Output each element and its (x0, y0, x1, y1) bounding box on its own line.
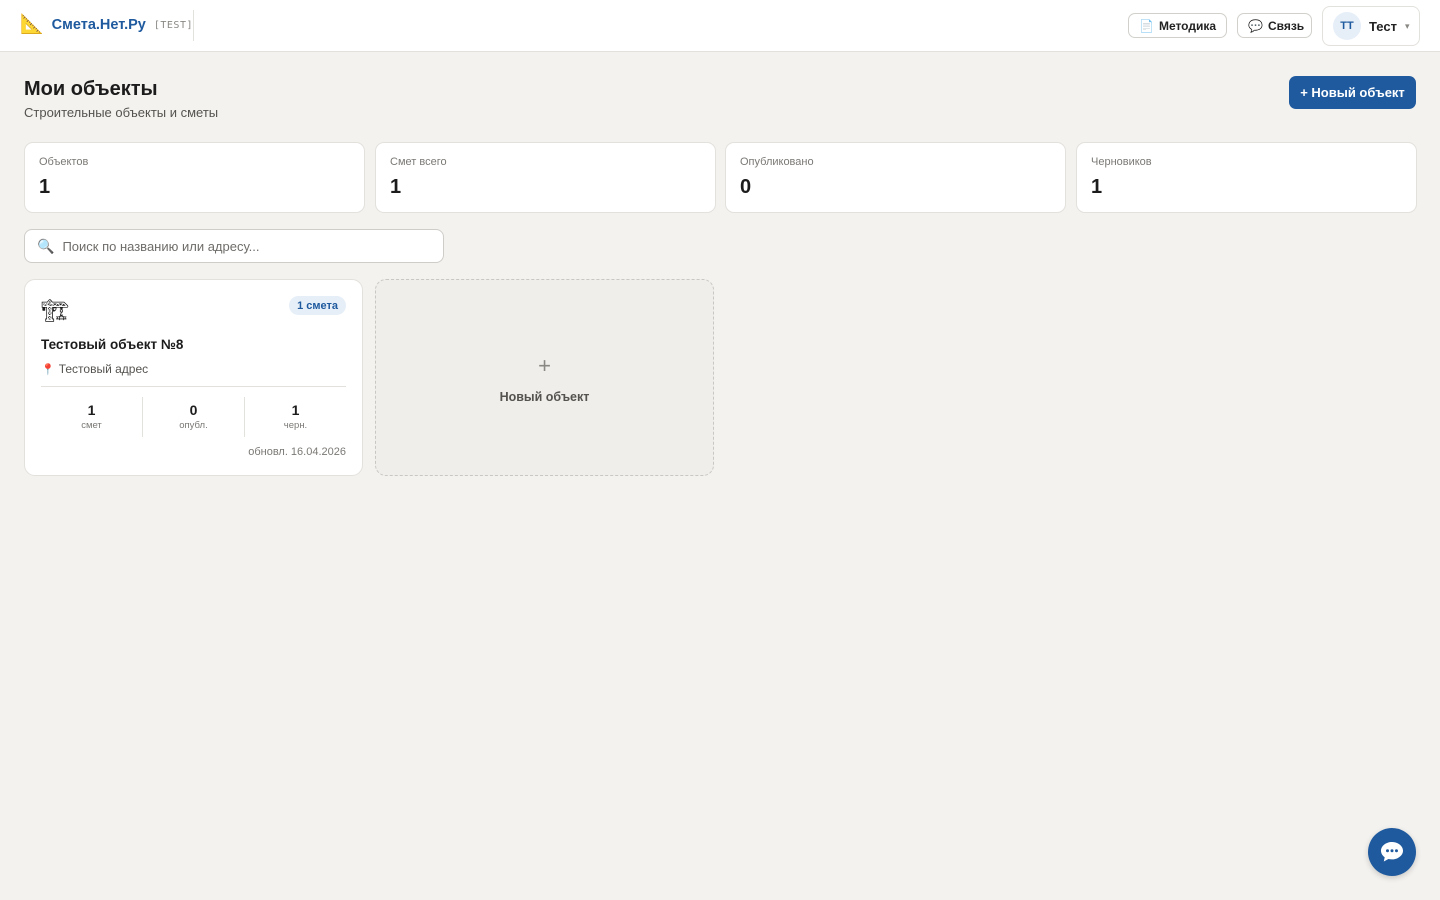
document-icon: 📄 (1139, 18, 1154, 33)
plus-icon: + (538, 353, 551, 378)
stat-value: 1 (390, 176, 402, 198)
stat-value: 0 (740, 176, 752, 198)
stat-label: Опубликовано (740, 156, 814, 168)
top-header: 📐 Смета.Нет.Ру [TEST] 📄 Методика 💬 Связь… (0, 0, 1440, 52)
estimate-count-badge: 1 смета (289, 296, 346, 315)
stat-card-published: Опубликовано 0 (725, 142, 1066, 213)
new-object-card[interactable]: + Новый объект (375, 279, 714, 476)
construction-crane-icon: 🏗 (41, 298, 69, 323)
chat-bubble-icon (1381, 842, 1403, 862)
page-subtitle: Строительные объекты и сметы (24, 105, 219, 120)
stat-value: 1 (39, 176, 51, 198)
methodology-label: Методика (1158, 18, 1217, 33)
object-stat-estimates: 1 смет (41, 397, 142, 437)
contact-button[interactable]: 💬 Связь (1237, 13, 1312, 38)
avatar: ТТ (1333, 12, 1361, 40)
object-address: 📍 Тестовый адрес (41, 362, 148, 376)
address-text: Тестовый адрес (58, 362, 149, 376)
updated-date: обновл. 16.04.2026 (248, 446, 346, 458)
chat-button[interactable] (1368, 828, 1416, 876)
location-pin-icon: 📍 (41, 363, 55, 376)
object-stat-label: черн. (283, 420, 308, 431)
stat-value: 1 (1091, 176, 1103, 198)
search-box[interactable]: 🔍 (24, 229, 444, 263)
object-stat-label: опубл. (179, 420, 208, 431)
user-name: Тест (1369, 18, 1397, 34)
stat-card-drafts: Черновиков 1 (1076, 142, 1417, 213)
object-stat-value: 1 (291, 402, 300, 418)
env-tag: [TEST] (153, 19, 193, 31)
search-icon: 🔍 (37, 237, 55, 254)
speech-bubble-icon: 💬 (1248, 18, 1263, 33)
object-stat-drafts: 1 черн. (244, 397, 346, 437)
contact-label: Связь (1267, 18, 1305, 33)
object-stat-value: 0 (189, 402, 198, 418)
chevron-down-icon: ▾ (1404, 20, 1410, 31)
object-stat-label: смет (81, 420, 102, 431)
user-menu[interactable]: ТТ Тест ▾ (1322, 6, 1420, 46)
new-object-label: Новый объект (499, 390, 590, 404)
object-card[interactable]: 🏗 1 смета Тестовый объект №8 📍 Тестовый … (24, 279, 363, 476)
app-name: Смета.Нет.Ру (51, 17, 146, 33)
search-input[interactable] (62, 238, 423, 254)
object-stat-published: 0 опубл. (142, 397, 244, 437)
page-title: Мои объекты (24, 78, 158, 100)
object-stats: 1 смет 0 опубл. 1 черн. (41, 397, 346, 437)
object-stat-value: 1 (87, 402, 96, 418)
stat-label: Объектов (39, 156, 89, 168)
stat-label: Смет всего (390, 156, 447, 168)
ruler-triangle-icon: 📐 (20, 14, 44, 35)
stat-card-estimates: Смет всего 1 (375, 142, 716, 213)
stat-label: Черновиков (1091, 156, 1152, 168)
object-title[interactable]: Тестовый объект №8 (41, 337, 183, 352)
methodology-button[interactable]: 📄 Методика (1128, 13, 1227, 38)
app-logo[interactable]: 📐 Смета.Нет.Ру [TEST] (20, 14, 193, 36)
divider (41, 386, 346, 387)
header-divider (193, 10, 194, 41)
stat-card-objects: Объектов 1 (24, 142, 365, 213)
new-object-button[interactable]: + Новый объект (1289, 76, 1416, 109)
